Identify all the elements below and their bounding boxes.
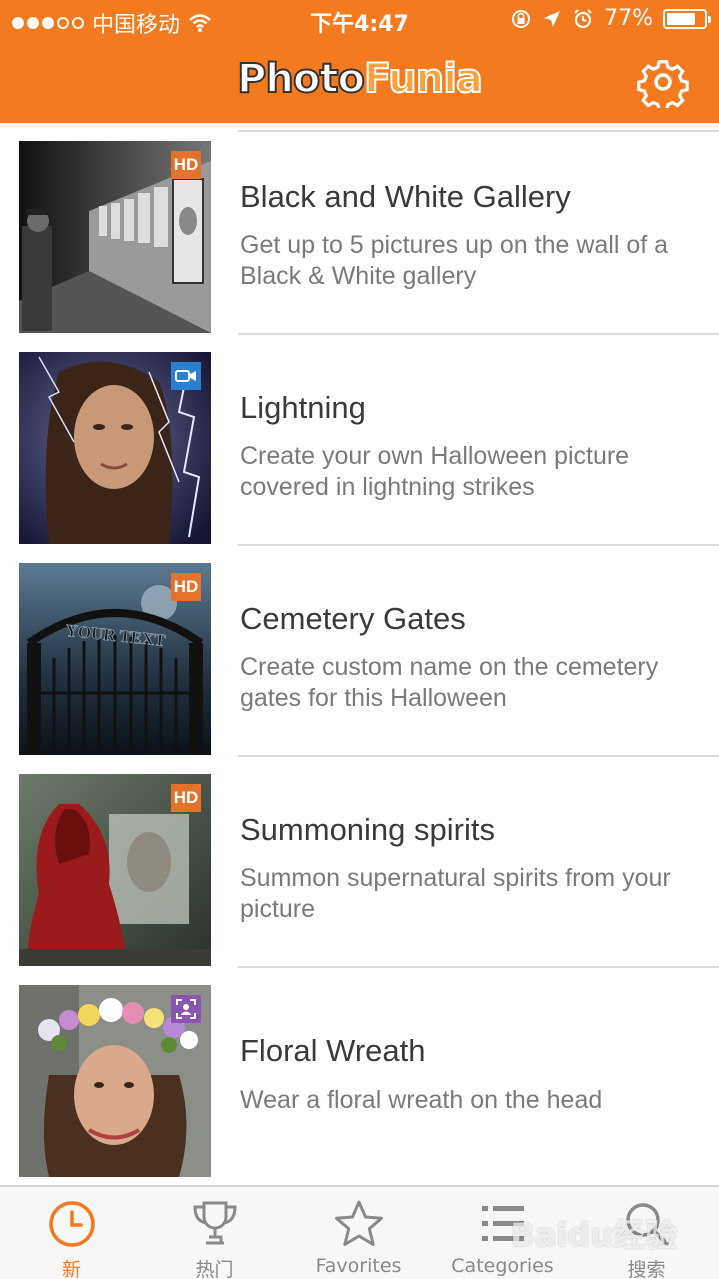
- face-detect-icon: [176, 999, 196, 1019]
- thumbnail-floral-wreath: [19, 985, 211, 1177]
- tab-label: Categories: [451, 1255, 554, 1277]
- list-item-floral-wreath[interactable]: Floral Wreath Wear a floral wreath on th…: [0, 967, 719, 1178]
- item-description: Summon supernatural spirits from your pi…: [240, 864, 671, 923]
- alarm-icon: [574, 8, 592, 28]
- thumbnail-black-and-white-gallery: HD: [19, 141, 211, 333]
- hd-badge: HD: [171, 784, 201, 812]
- item-title: Black and White Gallery: [240, 179, 571, 214]
- item-title: Lightning: [240, 390, 366, 425]
- star-icon: [334, 1200, 383, 1246]
- battery-icon: [663, 8, 711, 29]
- trophy-icon: [192, 1201, 237, 1245]
- screen: 中国移动 下午4:47 77% PhotoFunia HD Black and …: [0, 0, 719, 1279]
- item-title: Summoning spirits: [240, 812, 495, 847]
- tab-new[interactable]: 新: [0, 1187, 143, 1279]
- tab-label: Favorites: [315, 1255, 402, 1277]
- item-description: Wear a floral wreath on the head: [240, 1086, 603, 1114]
- status-bar: 中国移动 下午4:47 77%: [0, 0, 719, 40]
- tab-categories[interactable]: Categories: [431, 1187, 574, 1279]
- battery-fill: [667, 12, 695, 25]
- location-icon: [544, 10, 561, 27]
- list-item-summoning-spirits[interactable]: HD Summoning spirits Summon supernatural…: [0, 756, 719, 968]
- tab-favorites[interactable]: Favorites: [287, 1187, 430, 1279]
- battery-percent: 77%: [604, 6, 653, 31]
- search-icon: [625, 1203, 669, 1246]
- tab-label: 热门: [195, 1259, 234, 1279]
- video-badge: [171, 362, 201, 390]
- list-item-cemetery-gates[interactable]: YOUR TEXT HD Cemetery Gates Create custo…: [0, 545, 719, 757]
- nav-bar: PhotoFunia: [0, 40, 719, 123]
- item-description: Create your own Halloween picture covere…: [240, 442, 630, 501]
- gear-icon[interactable]: [637, 56, 689, 108]
- tab-label: 搜索: [627, 1259, 666, 1279]
- tab-bar: 新 热门 Favorites Categories 搜索: [0, 1185, 719, 1279]
- thumbnail-cemetery-gates: YOUR TEXT HD: [19, 563, 211, 755]
- tab-popular[interactable]: 热门: [143, 1187, 286, 1279]
- thumbnail-summoning-spirits: HD: [19, 774, 211, 966]
- logo-photo: Photo: [236, 55, 366, 103]
- hd-badge: HD: [171, 573, 201, 601]
- list-item-lightning[interactable]: Lightning Create your own Halloween pict…: [0, 334, 719, 546]
- list-icon: [481, 1206, 524, 1241]
- orientation-lock-icon: [512, 9, 531, 28]
- item-title: Floral Wreath: [240, 1033, 426, 1068]
- app-logo: PhotoFunia: [0, 54, 719, 104]
- video-camera-icon: [175, 370, 196, 382]
- tab-search[interactable]: 搜索: [575, 1187, 718, 1279]
- status-right: 77%: [510, 6, 711, 31]
- face-badge: [171, 995, 201, 1023]
- list-item-black-and-white-gallery[interactable]: HD Black and White Gallery Get up to 5 p…: [0, 123, 719, 335]
- item-description: Create custom name on the cemetery gates…: [240, 653, 659, 712]
- hd-badge: HD: [171, 151, 201, 179]
- item-description: Get up to 5 pictures up on the wall of a…: [240, 231, 669, 290]
- effects-list[interactable]: HD Black and White Gallery Get up to 5 p…: [0, 123, 719, 1185]
- clock-icon: [48, 1201, 95, 1247]
- logo-funia: Funia: [363, 55, 484, 103]
- item-title: Cemetery Gates: [240, 601, 466, 636]
- tab-label: 新: [61, 1259, 81, 1279]
- thumbnail-lightning: [19, 352, 211, 544]
